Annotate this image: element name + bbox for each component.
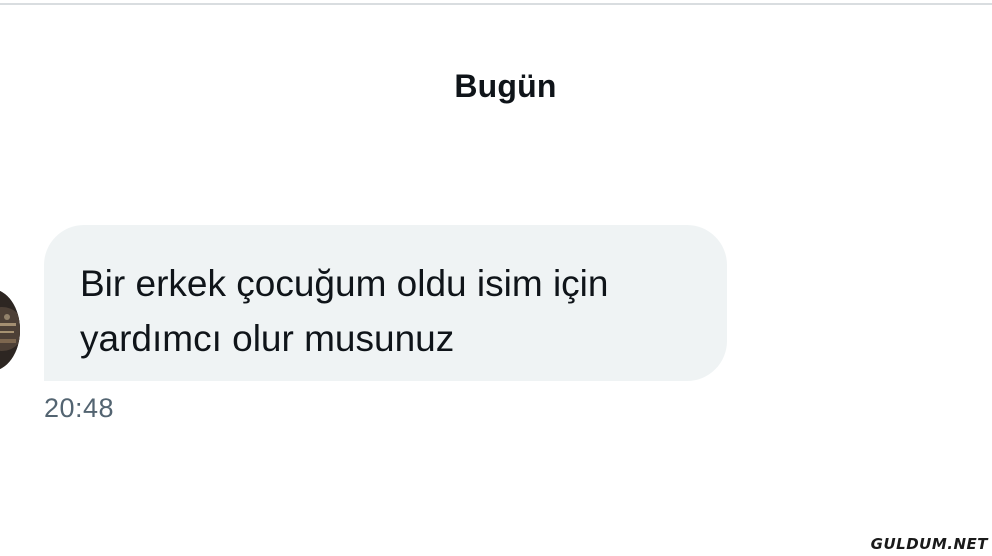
date-separator: Bugün [454, 68, 557, 104]
dm-conversation-screen: Bugün Bir erkek çocuğum oldu isim için y… [0, 0, 992, 556]
top-divider [0, 3, 992, 5]
sender-avatar[interactable] [0, 289, 20, 371]
received-message-bubble[interactable]: Bir erkek çocuğum oldu isim için yardımc… [44, 225, 727, 381]
message-text: Bir erkek çocuğum oldu isim için yardımc… [80, 263, 609, 359]
avatar-photo-icon [0, 289, 20, 371]
site-watermark: GULDUM.NET [870, 535, 988, 553]
message-timestamp: 20:48 [44, 393, 115, 423]
